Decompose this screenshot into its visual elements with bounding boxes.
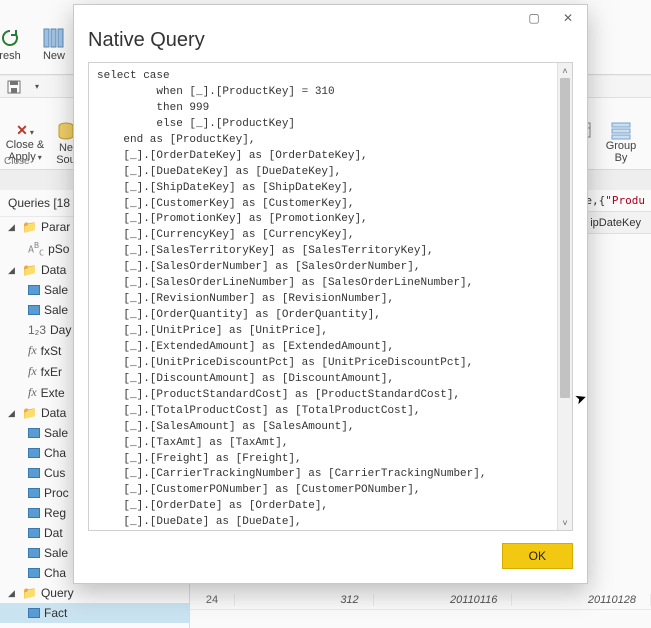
maximize-button[interactable]: ▢ <box>521 9 547 27</box>
ok-button[interactable]: OK <box>502 543 573 569</box>
dialog-body: select case when [_].[ProductKey] = 310 … <box>88 62 573 531</box>
dialog-title: Native Query <box>74 27 587 62</box>
dialog-footer: OK <box>74 531 587 583</box>
modal-overlay: ▢ ✕ Native Query select case when [_].[P… <box>0 0 651 628</box>
close-icon: ✕ <box>563 11 573 25</box>
close-button[interactable]: ✕ <box>555 9 581 27</box>
scroll-down-icon[interactable]: ˅ <box>558 515 572 530</box>
scroll-up-icon[interactable]: ˄ <box>558 63 572 78</box>
native-query-dialog: ▢ ✕ Native Query select case when [_].[P… <box>73 4 588 584</box>
maximize-icon: ▢ <box>528 11 539 25</box>
dialog-titlebar: ▢ ✕ <box>74 5 587 27</box>
vertical-scrollbar[interactable]: ˄ ˅ <box>557 63 572 530</box>
native-query-text[interactable]: select case when [_].[ProductKey] = 310 … <box>89 63 572 530</box>
scroll-thumb[interactable] <box>560 78 570 398</box>
